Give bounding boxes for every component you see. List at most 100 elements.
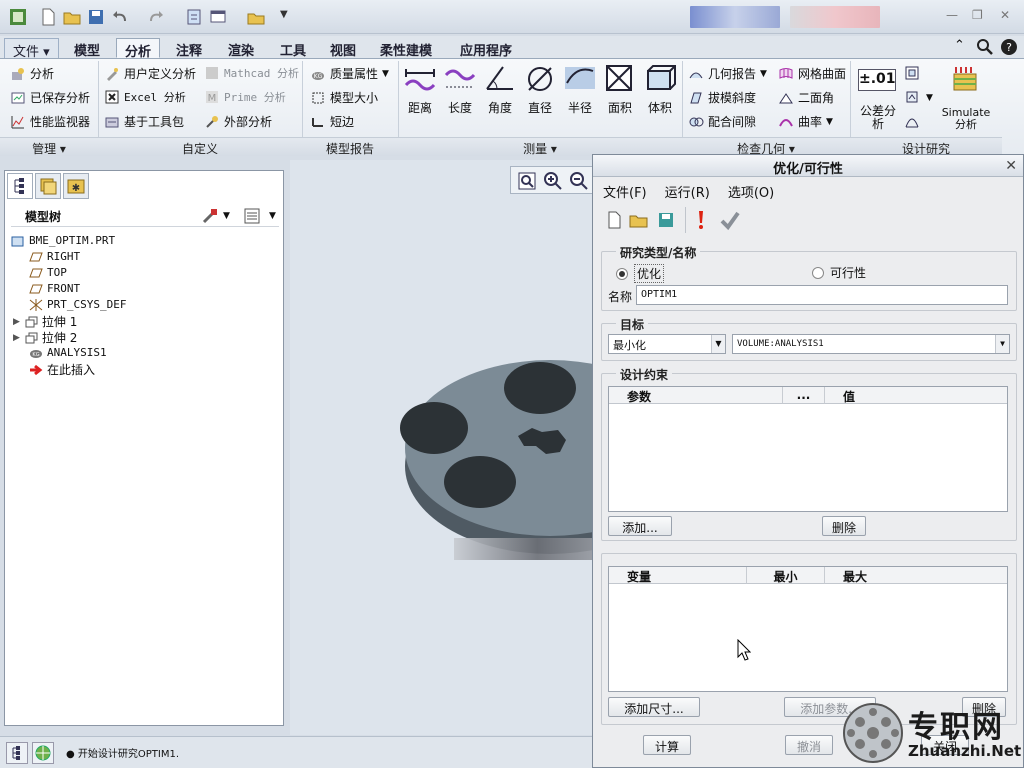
tab-flexible-modeling[interactable]: 柔性建模 (372, 38, 440, 59)
minimize-icon[interactable]: — (946, 8, 958, 22)
short-edge-button[interactable]: 短边 (310, 113, 354, 130)
measure-volume-button[interactable]: 体积 (640, 63, 680, 116)
save-study-icon[interactable] (657, 211, 675, 229)
favorites-tab[interactable]: ✱ (63, 173, 89, 199)
tab-tools[interactable]: 工具 (272, 38, 314, 59)
mathcad-analysis-button[interactable]: Mathcad 分析 (204, 65, 299, 81)
model-tree-tab[interactable] (7, 173, 33, 199)
radio-feasibility-dot[interactable] (812, 266, 824, 279)
tree-toggle-button[interactable] (6, 742, 28, 764)
feasibility-dropdown-icon[interactable]: ▼ (926, 93, 933, 103)
geometry-report-button[interactable]: 几何报告 ▼ (688, 65, 767, 82)
mass-properties-dropdown-icon[interactable]: ▼ (382, 69, 389, 79)
graphics-window[interactable] (290, 160, 954, 735)
tree-settings-dropdown-icon[interactable]: ▼ (223, 211, 230, 221)
mesh-surface-button[interactable]: 网格曲面 (778, 65, 846, 82)
tree-item-top[interactable]: TOP (29, 266, 67, 279)
undo-icon[interactable] (110, 7, 130, 27)
wheel-model[interactable] (400, 336, 600, 566)
radio-optimization-dot[interactable] (616, 267, 628, 280)
prime-analysis-button[interactable]: M Prime 分析 (204, 89, 286, 105)
zoom-out-icon[interactable] (569, 171, 589, 191)
menu-run[interactable]: 运行(R) (665, 182, 710, 201)
collapse-ribbon-icon[interactable]: ⌃ (954, 38, 965, 53)
refit-icon[interactable] (517, 171, 537, 191)
folder-browser-tab[interactable] (35, 173, 61, 199)
measure-area-button[interactable]: 面积 (600, 63, 640, 116)
open-study-icon[interactable] (629, 211, 649, 229)
tab-applications[interactable]: 应用程序 (452, 38, 520, 59)
tree-item-front[interactable]: FRONT (29, 282, 80, 295)
menu-file[interactable]: 文件(F) (603, 182, 647, 201)
tree-item-part[interactable]: BME_OPTIM.PRT (11, 234, 115, 247)
add-dimension-button[interactable]: 添加尺寸... (608, 697, 700, 717)
tree-item-insert-here[interactable]: 在此插入 (29, 361, 95, 378)
goal-mode-select[interactable]: 最小化 ▼ (608, 334, 726, 354)
feasibility-study-icon[interactable] (904, 89, 920, 105)
mass-properties-button[interactable]: KG 质量属性 ▼ (310, 65, 389, 82)
simulate-analysis-button[interactable]: Simulate 分析 (936, 107, 996, 131)
expand-icon[interactable]: ▶ (13, 317, 20, 327)
saved-analysis-button[interactable]: 已保存分析 (10, 89, 90, 106)
draft-button[interactable]: 拔模斜度 (688, 89, 756, 106)
tree-columns-dropdown-icon[interactable]: ▼ (269, 211, 276, 221)
new-file-icon[interactable] (38, 7, 58, 27)
measure-radius-button[interactable]: 半径 (560, 63, 600, 116)
tree-columns-icon[interactable] (243, 207, 261, 225)
tree-item-extrude-2[interactable]: ▶ 拉伸 2 (13, 329, 77, 346)
qat-customize-icon[interactable]: ▼ (280, 9, 288, 20)
tree-item-right[interactable]: RIGHT (29, 250, 80, 263)
delete-constraint-button[interactable]: 删除 (822, 516, 866, 536)
mating-gap-button[interactable]: 配合间隙 (688, 113, 756, 130)
measure-distance-button[interactable]: 距离 (400, 63, 440, 116)
excel-analysis-button[interactable]: Excel 分析 (104, 89, 186, 105)
expand-icon[interactable]: ▶ (13, 333, 20, 343)
tab-render[interactable]: 渲染 (220, 38, 262, 59)
tree-item-analysis1[interactable]: KG ANALYSIS1 (29, 346, 107, 359)
model-size-button[interactable]: 模型大小 (310, 89, 378, 106)
compute-button[interactable]: 计算 (643, 735, 691, 755)
tab-file[interactable]: 文件 ▾ (4, 38, 59, 60)
constraints-table[interactable]: 参数 ... 值 (608, 386, 1008, 512)
statistical-study-icon[interactable] (904, 113, 920, 129)
measure-length-button[interactable]: 长度 (440, 63, 480, 116)
close-icon[interactable]: ✕ (1000, 8, 1010, 22)
analysis-button[interactable]: 分析 (10, 65, 54, 82)
confirm-check-icon[interactable] (719, 209, 741, 231)
tolerance-analysis-icon[interactable]: ±.01 (858, 69, 896, 91)
radio-feasibility[interactable]: 可行性 (812, 264, 866, 281)
external-analysis-button[interactable]: 外部分析 (204, 113, 272, 130)
add-constraint-button[interactable]: 添加... (608, 516, 672, 536)
chevron-down-icon[interactable]: ▼ (711, 335, 725, 353)
close-window-icon[interactable] (246, 7, 266, 27)
tab-analysis[interactable]: 分析 (116, 38, 161, 60)
maximize-icon[interactable]: ❐ (972, 8, 983, 22)
group-manage[interactable]: 管理 ▾ (0, 137, 98, 156)
chevron-down-icon[interactable]: ▼ (995, 335, 1009, 353)
regenerate-icon[interactable] (184, 7, 204, 27)
user-defined-analysis-button[interactable]: 用户定义分析 (104, 65, 196, 82)
sensitivity-study-icon[interactable] (904, 65, 920, 81)
save-icon[interactable] (86, 7, 106, 27)
curvature-button[interactable]: 曲率 ▼ (778, 113, 833, 130)
study-name-input[interactable]: OPTIM1 (636, 285, 1008, 305)
performance-monitor-button[interactable]: 性能监视器 (10, 113, 90, 130)
tab-view[interactable]: 视图 (322, 38, 364, 59)
variables-table[interactable]: 变量 最小 最大 (608, 566, 1008, 692)
browser-toggle-button[interactable] (32, 742, 54, 764)
tab-model[interactable]: 模型 (66, 38, 108, 59)
radio-optimization[interactable]: 优化 (616, 264, 665, 283)
toolkit-analysis-button[interactable]: 基于工具包 (104, 113, 184, 130)
open-folder-icon[interactable] (62, 7, 82, 27)
menu-options[interactable]: 选项(O) (728, 182, 774, 201)
run-warning-icon[interactable] (695, 209, 707, 231)
windows-icon[interactable] (208, 7, 228, 27)
zoom-in-icon[interactable] (543, 171, 563, 191)
curvature-dropdown-icon[interactable]: ▼ (826, 117, 833, 127)
tab-annotate[interactable]: 注释 (168, 38, 210, 59)
goal-parameter-select[interactable]: VOLUME:ANALYSIS1 ▼ (732, 334, 1010, 354)
tree-settings-icon[interactable] (201, 207, 219, 225)
redo-icon[interactable] (146, 7, 166, 27)
tree-item-csys[interactable]: PRT_CSYS_DEF (29, 298, 126, 311)
help-icon[interactable]: ? (1000, 38, 1018, 56)
